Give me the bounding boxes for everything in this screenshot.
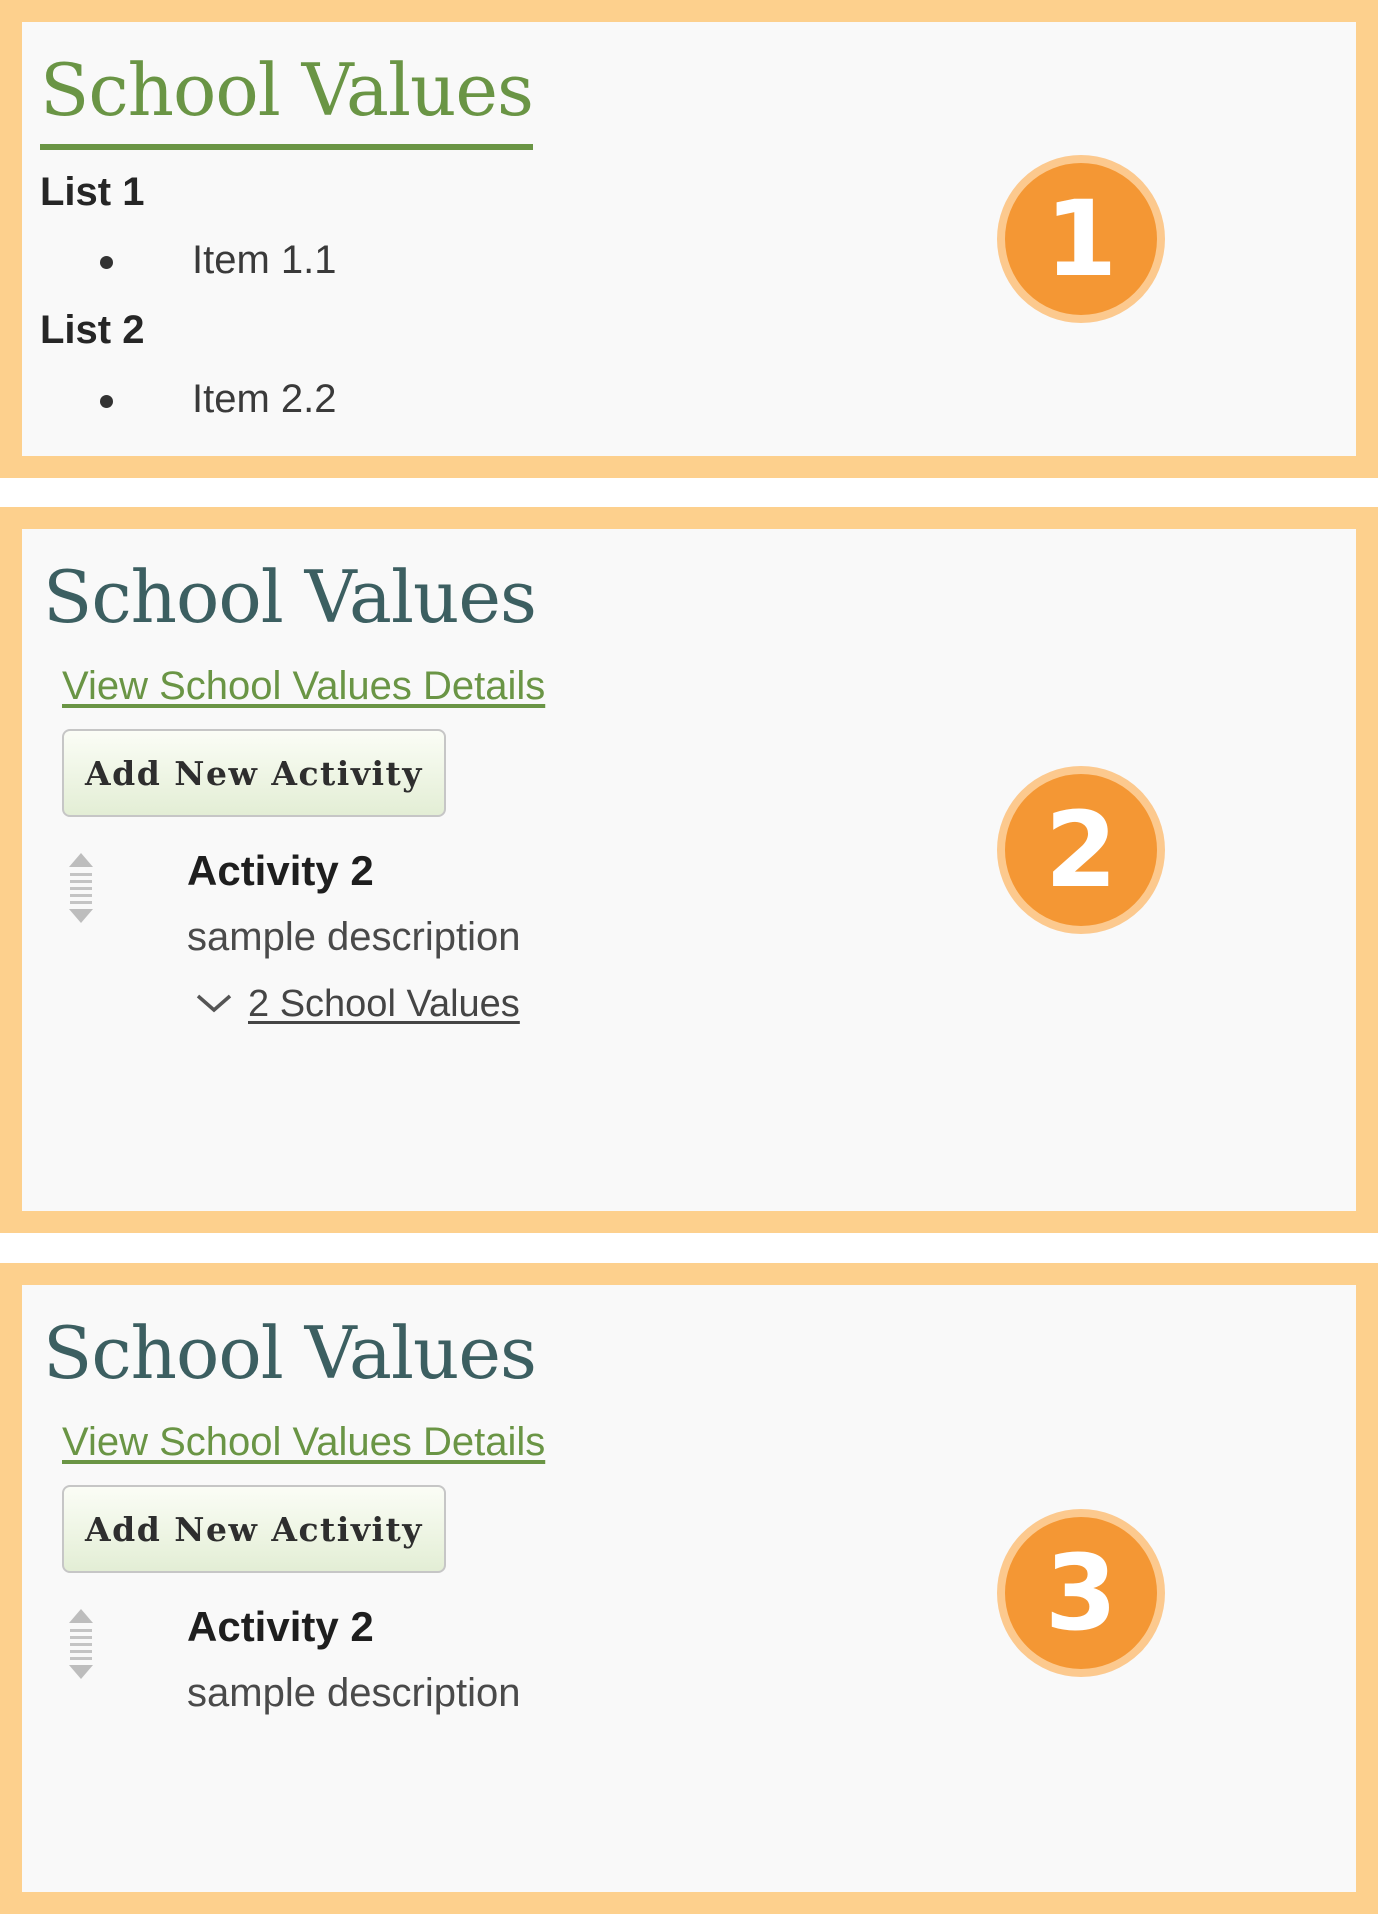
drag-handle-icon[interactable] <box>66 851 96 925</box>
page-title-link[interactable]: School Values <box>40 54 534 150</box>
activity-title: Activity 2 <box>187 1603 374 1650</box>
list-heading: List 1 <box>40 170 145 214</box>
school-values-toggle[interactable]: 2 School Values <box>194 979 520 1029</box>
list-item: Item 1.1 <box>192 238 337 282</box>
page-title-text: School Values <box>40 48 534 132</box>
page-title: School Values <box>43 1311 537 1395</box>
view-details-link[interactable]: View School Values Details <box>62 664 545 709</box>
example-panel-1: School Values List 1 Item 1.1 List 2 Ite… <box>0 0 1378 478</box>
school-values-link[interactable]: 2 School Values <box>248 983 520 1026</box>
add-new-activity-button[interactable]: Add New Activity <box>62 1485 446 1573</box>
add-new-activity-button[interactable]: Add New Activity <box>62 729 446 817</box>
activity-description: sample description <box>187 1671 521 1715</box>
bullet <box>100 256 113 269</box>
list-heading: List 2 <box>40 308 145 352</box>
title-underline <box>40 144 533 150</box>
activity-description: sample description <box>187 915 521 959</box>
step-badge-2: 2 <box>997 766 1165 934</box>
step-badge-3: 3 <box>997 1509 1165 1677</box>
drag-handle-icon[interactable] <box>66 1607 96 1681</box>
bullet <box>100 395 113 408</box>
chevron-down-icon <box>196 994 232 1013</box>
page-title: School Values <box>43 555 537 639</box>
list-item: Item 2.2 <box>192 377 337 421</box>
step-badge-1: 1 <box>997 155 1165 323</box>
example-panel-2: School Values View School Values Details… <box>0 507 1378 1233</box>
activity-title: Activity 2 <box>187 847 374 894</box>
example-panel-3: School Values View School Values Details… <box>0 1263 1378 1914</box>
view-details-link[interactable]: View School Values Details <box>62 1420 545 1465</box>
